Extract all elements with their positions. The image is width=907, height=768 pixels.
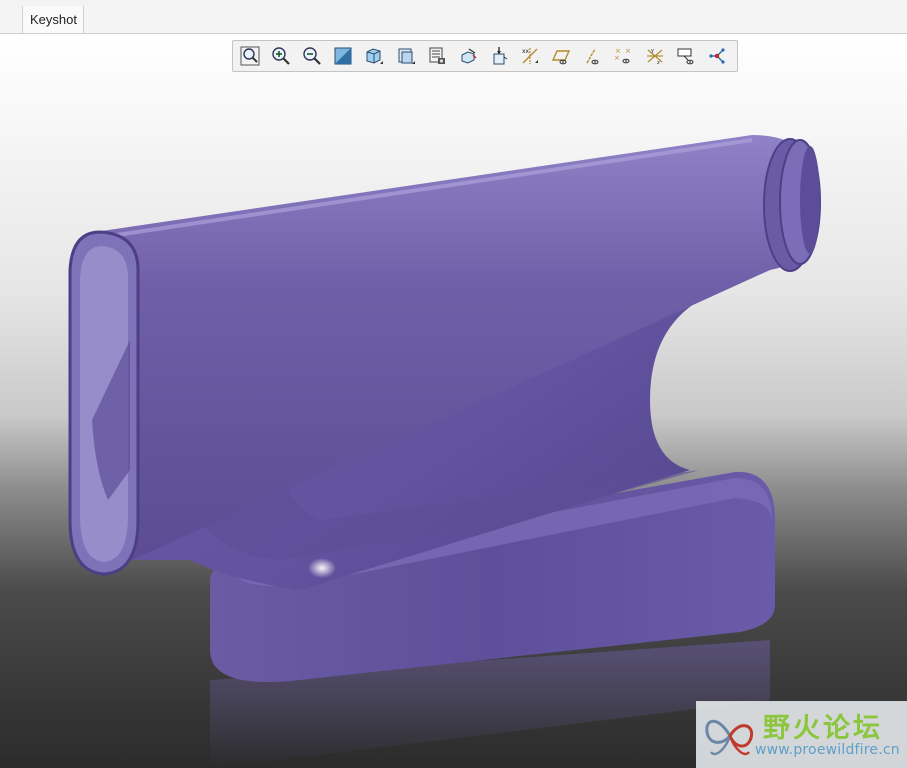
plane-display-button[interactable]: [547, 43, 575, 69]
view-cube-icon: [366, 48, 384, 64]
ribbon-tab-bar: Keyshot: [0, 6, 907, 34]
csys-display-button[interactable]: yz: [641, 43, 669, 69]
zoom-out-icon: [303, 47, 321, 65]
annotation-display-icon: [677, 48, 694, 65]
annotation-display-button[interactable]: [672, 43, 700, 69]
zoom-fit-button[interactable]: [236, 43, 264, 69]
zoom-out-button[interactable]: [298, 43, 326, 69]
zoom-in-button[interactable]: [267, 43, 295, 69]
view-cube-button[interactable]: [361, 43, 389, 69]
zoom-fit-icon: [240, 46, 260, 66]
spin-center-button[interactable]: [703, 43, 731, 69]
plane-display-icon: [552, 50, 571, 65]
csys-display-icon: yz: [646, 48, 663, 66]
display-settings-icon: [429, 47, 445, 64]
point-display-button[interactable]: × × ×: [610, 43, 638, 69]
graphics-toolbar: xx × × × yz: [232, 40, 738, 72]
butterfly-logo-icon: [705, 719, 754, 756]
saved-views-button[interactable]: [392, 43, 420, 69]
datum-axis-icon: xx: [522, 48, 539, 64]
svg-text:y: y: [651, 48, 654, 54]
tab-keyshot[interactable]: Keyshot: [22, 6, 84, 33]
axis-display-icon: [586, 48, 599, 65]
svg-text:xx: xx: [522, 48, 530, 55]
svg-text:z: z: [657, 60, 660, 66]
axis-display-button[interactable]: [578, 43, 606, 69]
point-display-icon: × ××: [614, 47, 631, 64]
specular-highlight: [308, 558, 336, 578]
svg-text:×: ×: [625, 47, 631, 55]
shading-icon: [334, 47, 352, 65]
spin-center-icon: [709, 48, 725, 64]
repaint-button[interactable]: [454, 43, 482, 69]
forum-watermark: 野火论坛 www.proewildfire.cn: [696, 701, 907, 768]
shading-button[interactable]: [329, 43, 357, 69]
display-settings-button[interactable]: [423, 43, 451, 69]
orient-icon: [493, 47, 508, 65]
orient-button[interactable]: [485, 43, 513, 69]
watermark-title: 野火论坛: [763, 713, 883, 744]
pipe-end-cap: [800, 146, 820, 254]
model-3d-part[interactable]: [0, 34, 907, 768]
saved-views-icon: [398, 48, 415, 64]
datum-axis-button[interactable]: xx: [516, 43, 544, 69]
watermark-url: www.proewildfire.cn: [755, 742, 900, 758]
svg-text:×: ×: [614, 54, 620, 62]
zoom-in-icon: [272, 47, 290, 65]
repaint-icon: [461, 48, 477, 64]
